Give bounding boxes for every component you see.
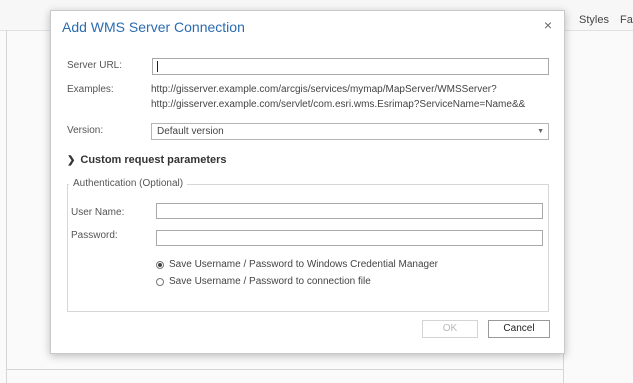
tab-styles[interactable]: Styles xyxy=(579,14,609,26)
authentication-legend: Authentication (Optional) xyxy=(69,178,188,189)
save-to-credential-manager-option[interactable]: Save Username / Password to Windows Cred… xyxy=(156,259,438,270)
save-to-connection-file-option[interactable]: Save Username / Password to connection f… xyxy=(156,276,371,287)
example-url-1: http://gisserver.example.com/arcgis/serv… xyxy=(151,84,497,95)
cancel-button[interactable]: Cancel xyxy=(488,320,550,338)
username-label: User Name: xyxy=(71,207,125,218)
username-input[interactable] xyxy=(156,203,543,219)
custom-request-parameters-expander[interactable]: ❯ Custom request parameters xyxy=(67,154,227,166)
ok-button[interactable]: OK xyxy=(422,320,478,338)
dialog-title: Add WMS Server Connection xyxy=(62,19,245,35)
radio-button[interactable] xyxy=(156,277,164,286)
add-wms-server-dialog: Add WMS Server Connection × Server URL: … xyxy=(50,10,565,354)
examples-label: Examples: xyxy=(67,84,114,95)
tab-fa[interactable]: Fa xyxy=(620,14,633,26)
password-input[interactable] xyxy=(156,230,543,246)
server-url-label: Server URL: xyxy=(67,60,123,71)
custom-request-parameters-label: Custom request parameters xyxy=(80,154,227,166)
save-to-connection-file-label: Save Username / Password to connection f… xyxy=(169,276,371,287)
example-url-2: http://gisserver.example.com/servlet/com… xyxy=(151,99,526,110)
version-label: Version: xyxy=(67,125,104,136)
save-to-credential-manager-label: Save Username / Password to Windows Cred… xyxy=(169,259,439,270)
close-icon[interactable]: × xyxy=(540,17,556,33)
background-divider xyxy=(6,30,7,383)
text-caret xyxy=(157,61,158,72)
background-divider xyxy=(6,369,563,370)
version-selected-value: Default version xyxy=(157,126,224,137)
server-url-input[interactable] xyxy=(152,58,549,75)
chevron-down-icon: ▼ xyxy=(537,128,544,135)
radio-button-selected[interactable] xyxy=(156,260,164,269)
password-label: Password: xyxy=(71,230,118,241)
chevron-right-icon: ❯ xyxy=(67,155,76,166)
version-select[interactable]: Default version ▼ xyxy=(151,123,549,140)
